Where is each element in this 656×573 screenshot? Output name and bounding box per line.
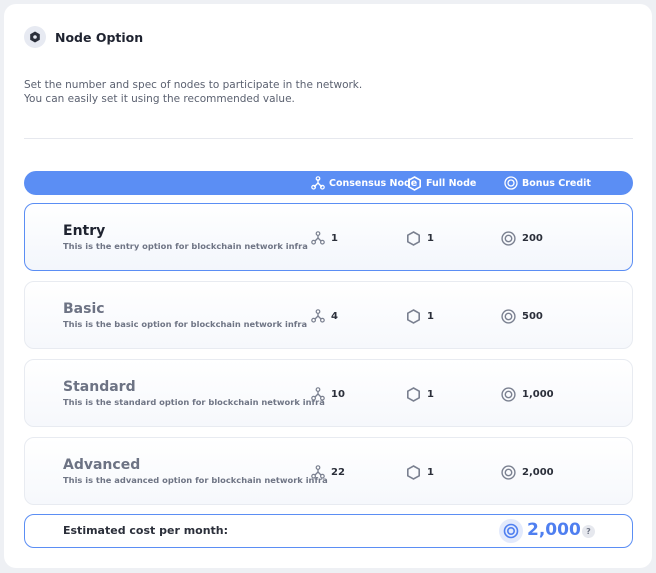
full-node-icon <box>406 386 420 402</box>
bonus-credit-icon <box>501 230 516 246</box>
bonus-credit-icon <box>501 308 516 324</box>
full-node-icon <box>407 175 421 191</box>
estimated-cost-label: Estimated cost per month: <box>63 524 229 537</box>
help-icon[interactable]: ? <box>582 525 595 538</box>
column-bonus-credit: Bonus Credit <box>504 171 591 195</box>
divider <box>24 138 633 139</box>
section-description: Set the number and spec of nodes to part… <box>24 78 362 106</box>
node-option-card: Node Option Set the number and spec of n… <box>4 4 652 568</box>
full-node-count: 1 <box>406 230 434 246</box>
full-node-icon <box>406 464 420 480</box>
column-full-node: Full Node <box>407 171 476 195</box>
full-node-count: 1 <box>406 464 434 480</box>
option-name: Entry <box>63 223 106 239</box>
bonus-credit-icon <box>501 386 516 402</box>
option-name: Standard <box>63 379 136 395</box>
section-header: Node Option <box>24 26 143 48</box>
bonus-credit-amount: 500 <box>501 308 543 324</box>
bonus-credit-amount: 200 <box>501 230 543 246</box>
consensus-node-count: 1 <box>311 230 338 246</box>
consensus-node-count: 4 <box>311 308 338 324</box>
option-description: This is the entry option for blockchain … <box>63 241 308 251</box>
option-row-advanced[interactable]: Advanced This is the advanced option for… <box>24 437 633 505</box>
estimated-cost-value: 2,000 <box>527 520 581 540</box>
consensus-node-icon <box>311 231 325 245</box>
bonus-credit-amount: 2,000 <box>501 464 554 480</box>
consensus-node-count: 22 <box>311 464 345 480</box>
bonus-credit-icon <box>504 176 518 190</box>
option-row-standard[interactable]: Standard This is the standard option for… <box>24 359 633 427</box>
description-line-1: Set the number and spec of nodes to part… <box>24 79 363 91</box>
full-node-count: 1 <box>406 308 434 324</box>
option-description: This is the advanced option for blockcha… <box>63 475 328 485</box>
full-node-count: 1 <box>406 386 434 402</box>
option-row-entry[interactable]: Entry This is the entry option for block… <box>24 203 633 271</box>
option-description: This is the standard option for blockcha… <box>63 397 325 407</box>
option-description: This is the basic option for blockchain … <box>63 319 308 329</box>
consensus-node-icon <box>311 465 325 479</box>
full-node-icon <box>406 230 420 246</box>
table-header: Consensus Node Full Node Bonus Credit <box>24 171 633 195</box>
description-line-2: You can easily set it using the recommen… <box>24 93 295 105</box>
bonus-credit-amount: 1,000 <box>501 386 554 402</box>
column-consensus-node: Consensus Node <box>311 171 417 195</box>
credit-coin-icon <box>499 519 523 543</box>
option-name: Basic <box>63 301 105 317</box>
estimated-cost-bar: Estimated cost per month: 2,000 ? <box>24 514 633 548</box>
consensus-node-icon <box>311 309 325 323</box>
consensus-node-icon <box>311 387 325 401</box>
option-name: Advanced <box>63 457 141 473</box>
consensus-node-icon <box>311 176 325 190</box>
option-row-basic[interactable]: Basic This is the basic option for block… <box>24 281 633 349</box>
section-title: Node Option <box>55 29 144 45</box>
full-node-icon <box>406 308 420 324</box>
bonus-credit-icon <box>501 464 516 480</box>
node-gear-icon <box>24 26 46 48</box>
consensus-node-count: 10 <box>311 386 345 402</box>
